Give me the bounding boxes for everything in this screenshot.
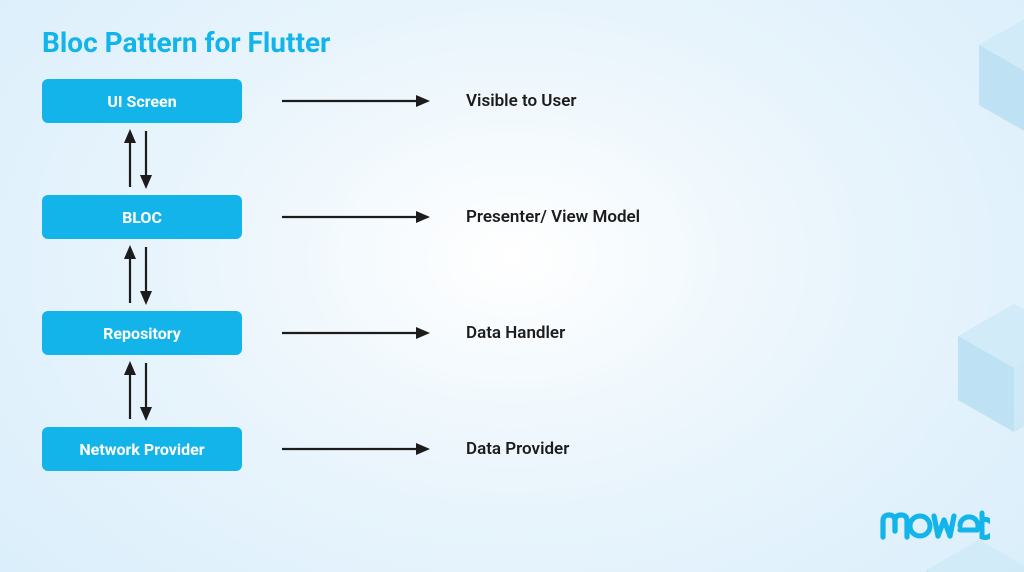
layer-row: Network Provider Data Provider	[42, 426, 682, 472]
layer-box-repository: Repository	[42, 311, 242, 355]
layer-box-ui-screen: UI Screen	[42, 79, 242, 123]
layer-box-bloc: BLOC	[42, 195, 242, 239]
bloc-diagram: UI Screen Visible to User BLOC Presenter…	[42, 78, 682, 472]
diagram-title: Bloc Pattern for Flutter	[42, 26, 330, 59]
layer-row: BLOC Presenter/ View Model	[42, 194, 682, 240]
arrow-right-icon	[280, 207, 430, 227]
layer-description: Presenter/ View Model	[466, 207, 640, 227]
arrow-right-icon	[280, 91, 430, 111]
arrow-right-icon	[280, 439, 430, 459]
layer-description: Data Handler	[466, 323, 565, 343]
layer-box-network-provider: Network Provider	[42, 427, 242, 471]
brand-logo	[880, 509, 990, 550]
layer-row: UI Screen Visible to User	[42, 78, 682, 124]
bidirectional-arrow-icon	[42, 356, 682, 426]
decorative-cubes	[694, 0, 1024, 572]
layer-description: Data Provider	[466, 439, 569, 459]
bidirectional-arrow-icon	[42, 240, 682, 310]
layer-row: Repository Data Handler	[42, 310, 682, 356]
bidirectional-arrow-icon	[42, 124, 682, 194]
arrow-right-icon	[280, 323, 430, 343]
layer-description: Visible to User	[466, 91, 576, 111]
